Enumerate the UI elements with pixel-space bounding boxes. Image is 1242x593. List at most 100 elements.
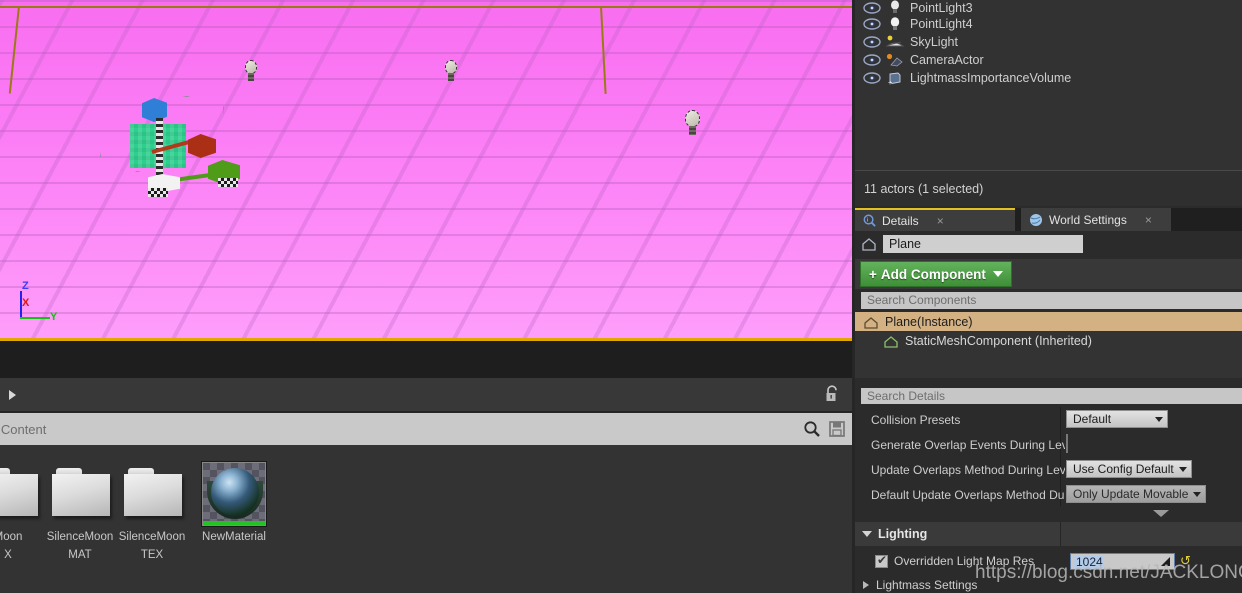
chevron-down-icon[interactable] bbox=[1153, 510, 1169, 517]
details-properties-list: Collision Presets Default Generate Overl… bbox=[855, 407, 1242, 513]
save-icon[interactable] bbox=[828, 420, 846, 438]
bulb-base-icon bbox=[689, 126, 696, 135]
lighting-section-header[interactable]: Lighting bbox=[855, 522, 1242, 546]
outliner-item-label: CameraActor bbox=[910, 53, 984, 67]
properties-expand-row[interactable] bbox=[855, 506, 1242, 520]
bulb-base-icon bbox=[448, 73, 454, 81]
asset-item[interactable]: SilenceMoon TEX bbox=[116, 462, 188, 562]
outliner-row[interactable]: PointLight4 bbox=[855, 15, 1242, 33]
search-components-input[interactable]: Search Components bbox=[861, 292, 1242, 309]
actor-name-input[interactable]: Plane bbox=[883, 235, 1083, 253]
lighting-section-title: Lighting bbox=[878, 527, 928, 541]
asset-label-line1: SilenceMoon bbox=[118, 531, 186, 543]
chevron-down-icon[interactable] bbox=[862, 531, 872, 537]
search-details-input[interactable]: Search Details bbox=[861, 388, 1242, 404]
folder-icon bbox=[52, 468, 110, 516]
chevron-down-icon bbox=[1193, 491, 1202, 497]
details-actor-name-row[interactable]: Plane bbox=[855, 231, 1242, 257]
panel-tab-strip[interactable]: i Details × World Settings × bbox=[855, 208, 1242, 231]
axis-y-line bbox=[20, 317, 50, 319]
axis-x-label: X bbox=[22, 297, 30, 309]
add-component-row: + Add Component bbox=[855, 259, 1242, 289]
update-overlaps-method-dropdown[interactable]: Use Config Default bbox=[1066, 460, 1192, 478]
tab-world-settings[interactable]: World Settings × bbox=[1021, 208, 1171, 231]
point-light-sprite[interactable] bbox=[683, 110, 703, 136]
asset-item[interactable]: Moon X bbox=[0, 462, 44, 562]
outliner-row[interactable]: SkyLight bbox=[855, 33, 1242, 51]
chevron-right-icon[interactable] bbox=[863, 581, 869, 589]
outliner-row[interactable]: PointLight3 bbox=[855, 0, 1242, 15]
tab-details[interactable]: i Details × bbox=[855, 208, 1015, 231]
asset-label-line2: TEX bbox=[140, 549, 164, 561]
asset-thumbnail[interactable] bbox=[0, 462, 40, 526]
gizmo-checker-marker bbox=[218, 178, 238, 187]
chevron-down-icon[interactable] bbox=[992, 271, 1003, 277]
generate-overlap-events-checkbox[interactable] bbox=[1066, 434, 1068, 453]
property-label: Generate Overlap Events During Level bbox=[871, 437, 1065, 452]
volume-icon: + bbox=[885, 71, 905, 87]
watermark-text: https://blog.csdn.net/JACKLONGFX bbox=[975, 562, 1242, 583]
outliner-row[interactable]: + LightmassImportanceVolume bbox=[855, 69, 1242, 87]
tab-details-label: Details bbox=[882, 213, 919, 228]
content-browser-path-text: n Content bbox=[0, 421, 47, 437]
property-value bbox=[1066, 434, 1068, 453]
asset-thumbnail[interactable] bbox=[120, 462, 184, 526]
transform-gizmo[interactable] bbox=[100, 96, 250, 197]
point-light-sprite[interactable] bbox=[443, 60, 459, 82]
svg-text:+: + bbox=[888, 80, 892, 86]
folder-icon bbox=[124, 468, 182, 516]
asset-label-line2: MAT bbox=[68, 549, 92, 561]
content-browser-expand-bar[interactable] bbox=[0, 378, 852, 412]
eye-icon[interactable] bbox=[863, 18, 881, 30]
eye-icon[interactable] bbox=[863, 72, 881, 84]
actor-icon bbox=[862, 238, 876, 251]
property-row-generate-overlap-events: Generate Overlap Events During Level bbox=[855, 432, 1242, 457]
right-panel-column: PointLight3 PointLight4 SkyLight CameraA… bbox=[855, 0, 1242, 593]
update-overlaps-method-value: Use Config Default bbox=[1073, 462, 1174, 476]
eye-icon[interactable] bbox=[863, 1, 881, 14]
tab-details-close-icon[interactable]: × bbox=[937, 214, 944, 228]
asset-thumbnail[interactable] bbox=[202, 462, 266, 526]
default-update-overlaps-method-value: Only Update Movable bbox=[1073, 487, 1189, 501]
property-value: Only Update Movable bbox=[1066, 485, 1207, 503]
point-light-icon bbox=[885, 16, 905, 32]
chevron-down-icon bbox=[1155, 416, 1163, 422]
gizmo-checker-marker bbox=[148, 188, 168, 197]
search-icon[interactable] bbox=[802, 419, 822, 439]
add-component-label: Add Component bbox=[880, 266, 986, 282]
tab-world-settings-label: World Settings bbox=[1049, 212, 1127, 227]
component-row-plane-instance[interactable]: Plane(Instance) bbox=[855, 312, 1242, 331]
level-viewport[interactable]: Z X Y bbox=[0, 0, 852, 341]
property-label: Collision Presets bbox=[871, 412, 961, 427]
content-browser-asset-grid[interactable]: Moon X SilenceMoon MAT SilenceMo bbox=[0, 445, 852, 593]
expand-triangle-icon[interactable] bbox=[9, 389, 16, 400]
overridden-light-map-res-checkbox[interactable] bbox=[875, 553, 888, 568]
outliner-item-label: LightmassImportanceVolume bbox=[910, 71, 1072, 85]
component-tree[interactable]: Plane(Instance) StaticMeshComponent (Inh… bbox=[855, 312, 1242, 378]
material-icon bbox=[202, 462, 266, 526]
plus-icon: + bbox=[869, 266, 877, 282]
outliner-row[interactable]: CameraActor bbox=[855, 51, 1242, 69]
default-update-overlaps-method-dropdown[interactable]: Only Update Movable bbox=[1066, 485, 1207, 503]
component-label: StaticMeshComponent (Inherited) bbox=[905, 333, 1092, 348]
outliner-status-bar: 11 actors (1 selected) bbox=[855, 170, 1242, 206]
folder-icon bbox=[0, 468, 38, 516]
add-component-button[interactable]: + Add Component bbox=[860, 261, 1012, 287]
axis-z-label: Z bbox=[22, 280, 29, 292]
property-label: Default Update Overlaps Method Durin bbox=[871, 487, 1065, 502]
asset-item[interactable]: SilenceMoon MAT bbox=[44, 462, 116, 562]
axis-y-label: Y bbox=[50, 311, 58, 323]
eye-icon[interactable] bbox=[863, 54, 881, 66]
world-outliner[interactable]: PointLight3 PointLight4 SkyLight CameraA… bbox=[855, 0, 1242, 170]
collision-presets-dropdown[interactable]: Default bbox=[1066, 410, 1168, 428]
tab-world-settings-close-icon[interactable]: × bbox=[1145, 213, 1152, 227]
asset-item[interactable]: NewMaterial bbox=[198, 462, 270, 562]
component-row-staticmesh[interactable]: StaticMeshComponent (Inherited) bbox=[855, 331, 1242, 350]
eye-icon[interactable] bbox=[863, 36, 881, 48]
actor-icon bbox=[863, 315, 879, 329]
unreal-editor-window: Z X Y n Content bbox=[0, 0, 1242, 593]
content-browser-path-bar[interactable]: n Content bbox=[0, 413, 852, 445]
point-light-sprite[interactable] bbox=[243, 60, 259, 82]
asset-thumbnail[interactable] bbox=[48, 462, 112, 526]
unlock-icon[interactable] bbox=[824, 385, 840, 403]
